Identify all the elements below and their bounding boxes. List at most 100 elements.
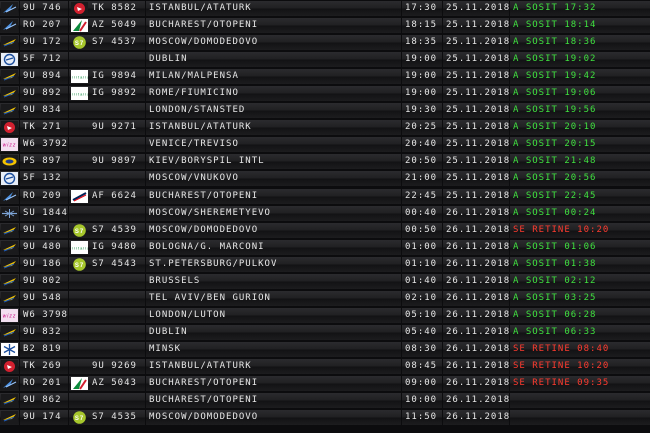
airline-logo-cell (0, 35, 19, 51)
flight-status: A SOSIT 19:06 (510, 86, 650, 102)
airline-logo-cell (0, 69, 19, 85)
wizz-air-icon: wizz (1, 138, 18, 152)
scheduled-date: 26.11.2018 (443, 307, 509, 323)
empty-logo-slot (71, 343, 88, 356)
codeshare-logo-cell (69, 103, 89, 119)
air-moldova-icon (1, 291, 18, 305)
scheduled-date: 25.11.2018 (443, 86, 509, 102)
airline-logo-cell (0, 1, 19, 16)
flight-code: 9U 480 (20, 239, 68, 255)
codeshare-code: AZ 5043 (89, 376, 145, 392)
empty-logo-slot (71, 292, 88, 305)
svg-text:airitalia: airitalia (71, 75, 88, 80)
codeshare-logo-cell (69, 393, 89, 409)
scheduled-date: 26.11.2018 (443, 324, 509, 340)
origin-destination: MILAN/MALPENSA (146, 69, 401, 85)
airline-logo-cell: wizz (0, 137, 19, 153)
airline-logo-cell (0, 410, 19, 426)
scheduled-date: 26.11.2018 (443, 239, 509, 255)
scheduled-time: 20:40 (402, 137, 442, 153)
flight-row: 9U 894 airitalia IG 9894 MILAN/MALPENSA … (0, 68, 650, 85)
scheduled-date: 26.11.2018 (443, 358, 509, 374)
flight-status: A SOSIT 19:02 (510, 52, 650, 68)
origin-destination: BOLOGNA/G. MARCONI (146, 239, 401, 255)
codeshare-code: TK 8582 (89, 1, 145, 16)
air-moldova-icon (1, 104, 18, 118)
flight-code: 9U 174 (20, 410, 68, 426)
codeshare-code (89, 324, 145, 340)
flight-row: 9U 174 S7 S7 4535 MOSCOW/DOMODEDOVO 11:5… (0, 409, 650, 426)
codeshare-logo-cell: airitalia (69, 69, 89, 85)
codeshare-code (89, 171, 145, 187)
codeshare-code: IG 9480 (89, 239, 145, 255)
air-moldova-icon (1, 36, 18, 50)
scheduled-time: 00:50 (402, 222, 442, 238)
airline-logo-cell: wizz (0, 307, 19, 323)
airline-logo-cell (0, 86, 19, 102)
origin-destination: ISTANBUL/ATATURK (146, 358, 401, 374)
flight-status: A SOSIT 19:56 (510, 103, 650, 119)
flight-code: 9U 548 (20, 290, 68, 306)
tarom-icon (1, 2, 18, 15)
flight-status: A SOSIT 18:14 (510, 18, 650, 34)
codeshare-code: 9U 9271 (89, 120, 145, 136)
flight-code: TK 271 (20, 120, 68, 136)
flight-status: A SOSIT 06:28 (510, 307, 650, 323)
origin-destination: TEL AVIV/BEN GURION (146, 290, 401, 306)
flight-row: wizz W6 3798 LONDON/LUTON 05:10 26.11.20… (0, 307, 650, 324)
flight-code: RO 207 (20, 18, 68, 34)
scheduled-time: 09:00 (402, 376, 442, 392)
flight-code: 5F 132 (20, 171, 68, 187)
s7-airlines-icon: S7 (71, 36, 88, 49)
scheduled-time: 08:30 (402, 341, 442, 357)
airline-logo-cell (0, 103, 19, 119)
codeshare-code (89, 205, 145, 221)
airline-logo-cell (0, 273, 19, 289)
codeshare-logo-cell (69, 358, 89, 374)
codeshare-code (89, 341, 145, 357)
flight-row: 5F 712 DUBLIN 19:00 25.11.2018 A SOSIT 1… (0, 51, 650, 68)
ukraine-international-icon (1, 155, 18, 169)
empty-logo-slot (71, 172, 88, 185)
wizz-air-icon: wizz (1, 308, 18, 322)
alitalia-icon (71, 19, 88, 33)
codeshare-logo-cell (69, 188, 89, 204)
airline-logo-cell (0, 290, 19, 306)
flight-row: 5F 132 MOSCOW/VNUKOVO 21:00 25.11.2018 A… (0, 170, 650, 187)
origin-destination: ISTANBUL/ATATURK (146, 1, 401, 16)
codeshare-logo-cell: airitalia (69, 86, 89, 102)
airline-logo-cell (0, 18, 19, 34)
empty-logo-slot (71, 360, 88, 373)
codeshare-logo-cell: S7 (69, 35, 89, 51)
scheduled-time: 19:00 (402, 52, 442, 68)
scheduled-time: 01:40 (402, 273, 442, 289)
codeshare-logo-cell (69, 324, 89, 340)
flight-status: A SOSIT 20:15 (510, 137, 650, 153)
origin-destination: BUCHAREST/OTOPENI (146, 393, 401, 409)
origin-destination: BUCHAREST/OTOPENI (146, 188, 401, 204)
codeshare-logo-cell (69, 137, 89, 153)
codeshare-code: IG 9892 (89, 86, 145, 102)
air-moldova-icon (1, 257, 18, 271)
flight-row: 9U 186 S7 S7 4543 ST.PETERSBURG/PULKOV 0… (0, 256, 650, 273)
aeroflot-icon (1, 206, 18, 220)
empty-logo-slot (71, 121, 88, 134)
codeshare-code: AF 6624 (89, 188, 145, 204)
codeshare-code (89, 52, 145, 68)
flight-status: A SOSIT 19:42 (510, 69, 650, 85)
codeshare-code (89, 137, 145, 153)
svg-text:S7: S7 (75, 229, 84, 235)
scheduled-time: 05:40 (402, 324, 442, 340)
scheduled-date: 26.11.2018 (443, 256, 509, 272)
flight-row: TK 271 9U 9271 ISTANBUL/ATATURK 20:25 25… (0, 119, 650, 136)
scheduled-date: 25.11.2018 (443, 52, 509, 68)
airline-logo-cell (0, 205, 19, 221)
scheduled-time: 21:00 (402, 171, 442, 187)
airline-logo-cell (0, 120, 19, 136)
airline-logo-cell (0, 154, 19, 170)
flight-code: SU 1844 (20, 205, 68, 221)
origin-destination: MINSK (146, 341, 401, 357)
flight-status (510, 410, 650, 426)
s7-airlines-icon: S7 (71, 223, 88, 237)
scheduled-date: 25.11.2018 (443, 154, 509, 170)
